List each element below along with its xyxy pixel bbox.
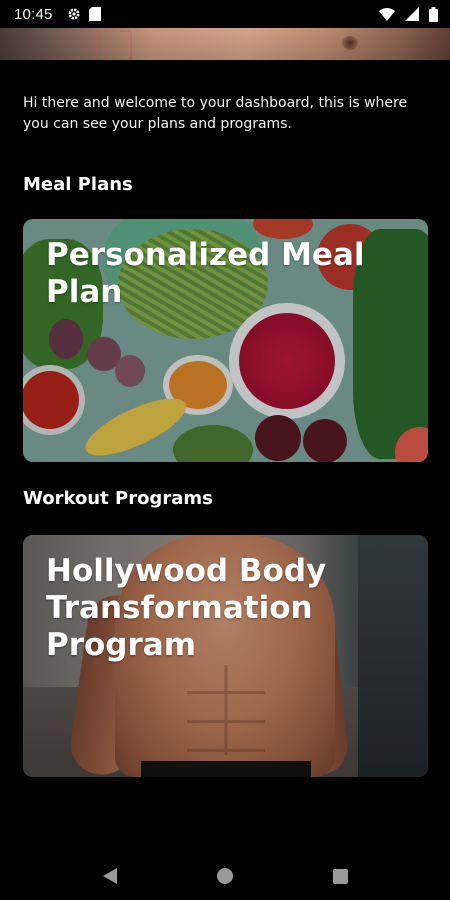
signal-icon — [405, 7, 419, 21]
battery-icon — [429, 6, 438, 22]
header-image — [0, 28, 450, 60]
workout-program-card[interactable]: Hollywood Body Transformation Program — [23, 535, 428, 777]
home-icon[interactable] — [216, 868, 233, 884]
wifi-icon — [379, 7, 395, 21]
workout-programs-heading: Workout Programs — [23, 488, 213, 509]
sd-card-icon — [88, 7, 101, 21]
status-time: 10:45 — [14, 5, 53, 23]
status-bar: 10:45 — [0, 0, 450, 28]
recents-icon[interactable] — [332, 868, 348, 884]
workout-program-card-title: Hollywood Body Transformation Program — [46, 553, 327, 663]
meal-plans-heading: Meal Plans — [23, 174, 133, 195]
back-icon[interactable] — [102, 868, 117, 884]
system-nav-bar — [0, 852, 450, 900]
gear-icon — [67, 7, 81, 21]
meal-plan-card-title: Personalized Meal Plan — [46, 237, 365, 310]
meal-plan-card[interactable]: Personalized Meal Plan — [23, 219, 428, 462]
welcome-text: Hi there and welcome to your dashboard, … — [23, 95, 408, 132]
